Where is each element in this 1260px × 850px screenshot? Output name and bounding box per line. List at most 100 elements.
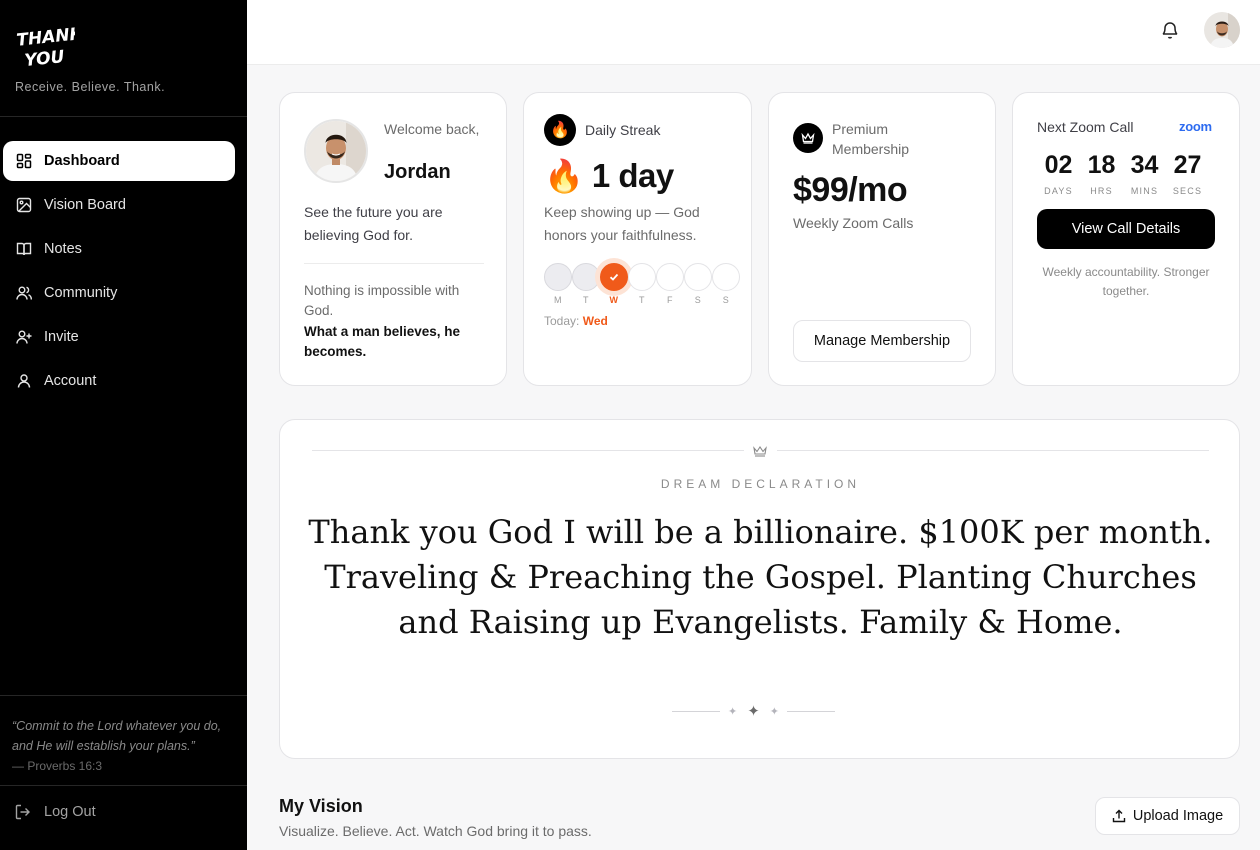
sidebar-item-dashboard[interactable]: Dashboard [3,141,235,181]
streak-day: M [544,263,572,305]
day-dot [684,263,712,291]
vision-title: My Vision [279,796,363,816]
brand-logo[interactable]: THANK YOU [15,26,75,70]
welcome-quote: Nothing is impossible with God. [304,283,460,318]
welcome-quote-strong: What a man believes, he becomes. [304,324,461,359]
dream-declaration-card: DREAM DECLARATION Thank you God I will b… [279,419,1240,759]
logout-button[interactable]: Log Out [15,804,96,820]
view-call-details-button[interactable]: View Call Details [1037,209,1215,249]
today-value: Wed [582,314,608,328]
svg-text:YOU: YOU [24,47,66,70]
svg-text:THANK: THANK [16,26,75,51]
sidebar-item-community[interactable]: Community [3,273,235,313]
sidebar-item-invite[interactable]: Invite [3,317,235,357]
logo-mark: THANK YOU [16,26,75,70]
vision-subtitle: Visualize. Believe. Act. Watch God bring… [279,823,592,839]
welcome-greeting: Welcome back, [384,121,480,137]
streak-card: 🔥 Daily Streak 🔥 1 day Keep showing up —… [523,92,752,386]
bell-icon[interactable] [1160,20,1180,40]
upload-image-button[interactable]: Upload Image [1095,797,1240,835]
logout-label: Log Out [44,804,96,820]
streak-day: S [712,263,740,305]
sidebar-verse: “Commit to the Lord whatever you do, and… [12,719,222,753]
streak-description: Keep showing up — God honors your faithf… [544,204,700,243]
crown-icon [793,123,823,153]
dream-divider [312,450,744,451]
zoom-card: Next Zoom Call zoom 02 DAYS 18 HRS 34 MINS … [1012,92,1240,386]
sidebar-item-label: Community [44,285,118,301]
day-dot [656,263,684,291]
streak-day: T [628,263,656,305]
upload-label: Upload Image [1132,808,1224,824]
sidebar-divider [0,785,247,786]
membership-subtitle: Weekly Zoom Calls [793,215,914,231]
sidebar-item-label: Vision Board [44,197,126,213]
streak-day: F [656,263,684,305]
welcome-description: See the future you are believing God for… [304,204,443,243]
brand-tagline: Receive. Believe. Thank. [15,80,166,94]
day-label: T [583,295,589,305]
manage-membership-button[interactable]: Manage Membership [793,320,971,362]
zoom-logo: zoom [1179,119,1212,134]
sidebar-verse-reference: — Proverbs 16:3 [12,759,103,773]
welcome-name: Jordan [384,161,451,183]
sidebar-item-label: Notes [44,241,82,257]
sidebar-item-label: Account [44,373,97,389]
countdown-days: 02 DAYS [1044,151,1073,196]
zoom-note: Weekly accountability. Stronger together… [1042,265,1210,298]
upload-icon [1112,809,1126,823]
countdown-seconds: 27 SECS [1172,151,1203,196]
welcome-divider [304,263,484,264]
sidebar-item-notes[interactable]: Notes [3,229,235,269]
sparkle-icon: ✦ [728,705,738,718]
sidebar: THANK YOU Receive. Believe. Thank. Dashb… [0,0,247,850]
user-avatar[interactable] [1204,12,1240,48]
streak-day: T [572,263,600,305]
sidebar-divider [0,116,247,117]
welcome-card: Welcome back, Jordan See the future you … [279,92,507,386]
sidebar-divider [0,695,247,696]
day-label: T [639,295,645,305]
streak-value: 🔥 1 day [544,157,674,195]
sidebar-item-label: Dashboard [44,153,120,169]
user-plus-icon [16,329,32,345]
streak-today: Today: Wed [544,314,608,328]
book-icon [16,241,32,257]
sidebar-nav: Dashboard Vision Board Notes Community I… [3,141,235,405]
dream-text: Thank you God I will be a billionaire. $… [308,513,1213,641]
users-icon [16,285,32,301]
day-dot [544,263,572,291]
crown-icon [752,444,768,457]
streak-week: M T W T F S S [544,263,740,305]
membership-card: Premium Membership $99/mo Weekly Zoom Ca… [768,92,996,386]
streak-day: S [684,263,712,305]
day-dot [712,263,740,291]
fire-icon: 🔥 [544,114,576,146]
sidebar-item-account[interactable]: Account [3,361,235,401]
today-prefix: Today: [544,314,580,328]
countdown-hours: 18 HRS [1087,151,1116,196]
membership-title: Premium Membership [832,121,910,157]
image-icon [16,197,32,213]
day-label: M [554,295,562,305]
day-label: W [609,295,619,305]
day-label: S [694,295,702,305]
streak-count: 1 day [591,157,674,194]
profile-avatar [304,119,368,183]
day-label: S [722,295,730,305]
membership-price: $99/mo [793,171,908,209]
sparkle-divider: ✦ ✦ ✦ [672,702,836,720]
countdown-minutes: 34 MINS [1130,151,1159,196]
dream-label: DREAM DECLARATION [660,477,861,491]
logout-icon [15,804,31,820]
dream-divider [777,450,1209,451]
flame-icon: 🔥 [544,158,584,194]
check-icon [600,263,628,291]
sidebar-item-vision-board[interactable]: Vision Board [3,185,235,225]
day-dot [628,263,656,291]
streak-day: W [600,263,628,305]
dashboard-icon [16,153,32,169]
sparkle-icon: ✦ [769,705,780,718]
streak-title: Daily Streak [585,122,661,138]
day-dot [572,263,600,291]
